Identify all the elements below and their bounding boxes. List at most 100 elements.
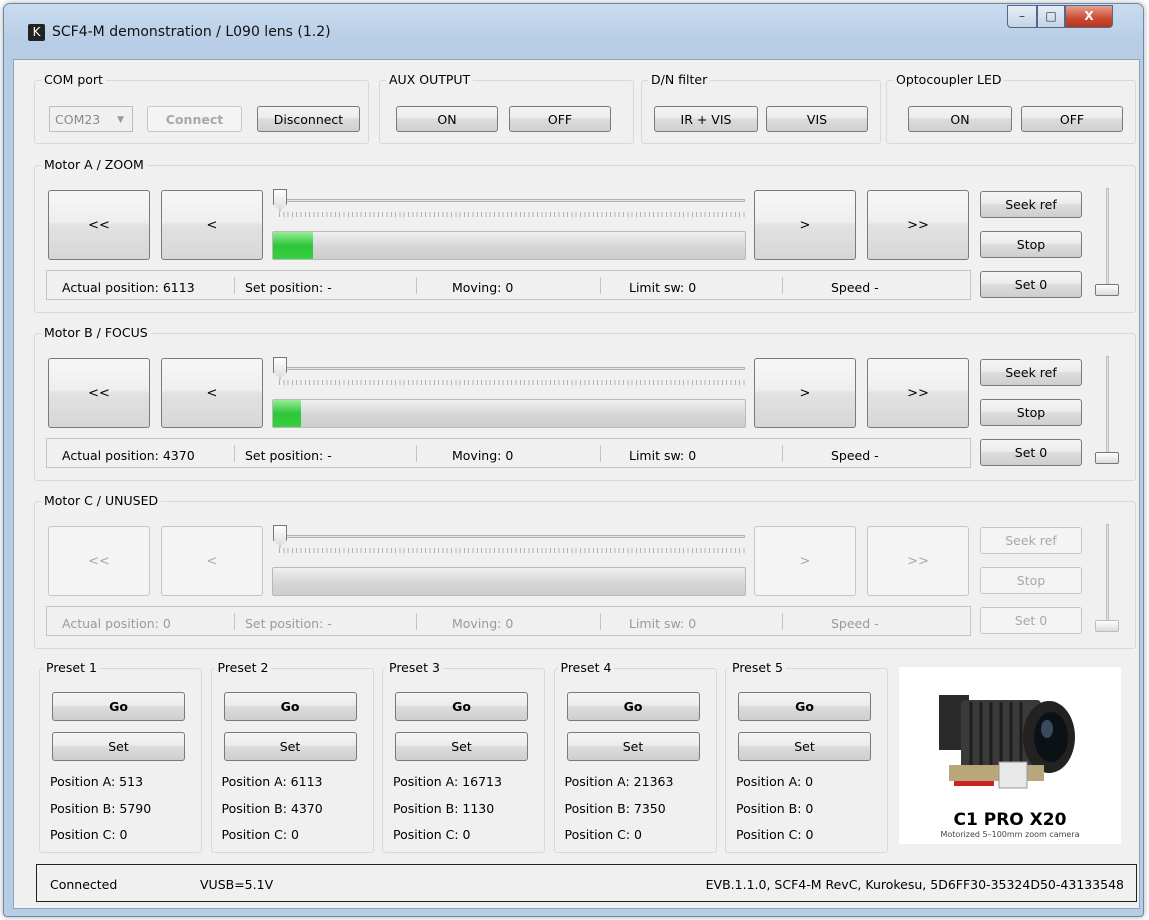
status-separator bbox=[234, 445, 235, 462]
motor-c-slider-ticks bbox=[279, 548, 745, 553]
promo-tagline: Motorized 5–100mm zoom camera bbox=[940, 830, 1080, 839]
status-separator bbox=[782, 613, 783, 630]
com-port-select[interactable]: COM23 ▼ bbox=[49, 106, 133, 132]
preset-5-set-button[interactable]: Set bbox=[738, 732, 871, 761]
motor-c-seek-ref-button[interactable]: Seek ref bbox=[980, 527, 1082, 554]
motor-a-seek-ref-button[interactable]: Seek ref bbox=[980, 191, 1082, 218]
preset-3-position-b: Position B: 1130 bbox=[393, 801, 495, 816]
motor-c-step-forward-button[interactable]: > bbox=[754, 526, 856, 596]
motor-b-slider-track[interactable] bbox=[273, 367, 745, 370]
motor-a-step-forward-button[interactable]: > bbox=[754, 190, 856, 260]
preset-4-position-b: Position B: 7350 bbox=[564, 801, 666, 816]
motor-b-moving: Moving: 0 bbox=[452, 448, 514, 463]
motor-b-stop-button[interactable]: Stop bbox=[980, 399, 1082, 426]
motor-b-title: Motor B / FOCUS bbox=[41, 325, 151, 341]
preset-1-go-button[interactable]: Go bbox=[52, 692, 185, 721]
preset-3-set-button[interactable]: Set bbox=[395, 732, 528, 761]
motor-b-fast-back-button[interactable]: << bbox=[48, 358, 150, 428]
motor-b-speed-track[interactable] bbox=[1106, 356, 1109, 464]
preset-5-position-b: Position B: 0 bbox=[736, 801, 814, 816]
motor-a-set-zero-button[interactable]: Set 0 bbox=[980, 271, 1082, 298]
dn-filter-title: D/N filter bbox=[648, 72, 711, 88]
preset-4-group: Preset 4 Go Set Position A: 21363 Position B… bbox=[553, 660, 717, 853]
motor-a-speed-thumb[interactable] bbox=[1095, 284, 1119, 296]
motor-b-group: Motor B / FOCUS << < > >> Seek ref Stop Set 0 Ac… bbox=[34, 325, 1136, 481]
motor-a-slider-track[interactable] bbox=[273, 199, 745, 202]
motor-a-limit-switch: Limit sw: 0 bbox=[629, 280, 697, 295]
motor-c-slider-track[interactable] bbox=[273, 535, 745, 538]
motor-b-set-zero-button[interactable]: Set 0 bbox=[980, 439, 1082, 466]
connect-button[interactable]: Connect bbox=[147, 106, 242, 132]
motor-a-title: Motor A / ZOOM bbox=[41, 157, 147, 173]
motor-b-fast-forward-button[interactable]: >> bbox=[867, 358, 969, 428]
motor-a-slider-ticks bbox=[279, 212, 745, 217]
com-port-value: COM23 bbox=[55, 111, 101, 127]
motor-c-progress-bar bbox=[272, 567, 746, 596]
vis-button[interactable]: VIS bbox=[766, 106, 868, 132]
preset-5-go-button[interactable]: Go bbox=[738, 692, 871, 721]
motor-c-stop-button[interactable]: Stop bbox=[980, 567, 1082, 594]
opto-off-button[interactable]: OFF bbox=[1021, 106, 1123, 132]
preset-3-go-button[interactable]: Go bbox=[395, 692, 528, 721]
preset-3-group: Preset 3 Go Set Position A: 16713 Position B… bbox=[382, 660, 545, 853]
motor-a-fast-forward-button[interactable]: >> bbox=[867, 190, 969, 260]
chevron-down-icon: ▼ bbox=[117, 115, 124, 125]
motor-b-seek-ref-button[interactable]: Seek ref bbox=[980, 359, 1082, 386]
connection-status: Connected bbox=[50, 877, 118, 892]
preset-2-group: Preset 2 Go Set Position A: 6113 Position B:… bbox=[210, 660, 374, 853]
aux-off-button[interactable]: OFF bbox=[509, 106, 611, 132]
status-separator bbox=[600, 613, 601, 630]
motor-b-speed: Speed - bbox=[831, 448, 879, 463]
motor-a-slider-thumb[interactable] bbox=[273, 189, 287, 211]
motor-b-slider-ticks bbox=[279, 380, 745, 385]
maximize-button[interactable]: □ bbox=[1037, 5, 1065, 28]
close-button[interactable]: X bbox=[1065, 5, 1113, 28]
motor-a-stop-button[interactable]: Stop bbox=[980, 231, 1082, 258]
motor-a-status: Actual position: 6113 Set position: - Movi… bbox=[46, 270, 971, 300]
motor-a-fast-back-button[interactable]: << bbox=[48, 190, 150, 260]
preset-4-title: Preset 4 bbox=[557, 660, 615, 676]
preset-2-set-button[interactable]: Set bbox=[223, 732, 357, 761]
status-bar: Connected VUSB=5.1V EVB.1.1.0, SCF4-M Re… bbox=[36, 864, 1137, 902]
motor-b-slider-thumb[interactable] bbox=[273, 357, 287, 379]
motor-a-step-back-button[interactable]: < bbox=[161, 190, 263, 260]
motor-c-fast-forward-button[interactable]: >> bbox=[867, 526, 969, 596]
motor-c-speed-track[interactable] bbox=[1106, 524, 1109, 632]
aux-output-group: AUX OUTPUT ON OFF bbox=[379, 72, 634, 144]
preset-2-go-button[interactable]: Go bbox=[223, 692, 357, 721]
motor-b-step-back-button[interactable]: < bbox=[161, 358, 263, 428]
motor-c-step-back-button[interactable]: < bbox=[161, 526, 263, 596]
motor-c-set-zero-button[interactable]: Set 0 bbox=[980, 607, 1082, 634]
minimize-button[interactable]: – bbox=[1007, 5, 1037, 28]
motor-a-speed-track[interactable] bbox=[1106, 188, 1109, 296]
preset-1-position-b: Position B: 5790 bbox=[50, 801, 152, 816]
preset-4-set-button[interactable]: Set bbox=[566, 732, 700, 761]
disconnect-button[interactable]: Disconnect bbox=[257, 106, 360, 132]
status-separator bbox=[416, 613, 417, 630]
ir-vis-button[interactable]: IR + VIS bbox=[654, 106, 758, 132]
preset-1-position-c: Position C: 0 bbox=[50, 827, 128, 842]
motor-c-title: Motor C / UNUSED bbox=[41, 493, 162, 509]
preset-4-go-button[interactable]: Go bbox=[566, 692, 700, 721]
motor-c-slider-thumb[interactable] bbox=[273, 525, 287, 547]
aux-on-button[interactable]: ON bbox=[396, 106, 498, 132]
motor-b-actual-position: Actual position: 4370 bbox=[62, 448, 195, 463]
com-port-title: COM port bbox=[41, 72, 106, 88]
com-port-group: COM port COM23 ▼ Connect Disconnect bbox=[34, 72, 369, 144]
motor-c-limit-switch: Limit sw: 0 bbox=[629, 616, 697, 631]
preset-5-title: Preset 5 bbox=[729, 660, 786, 676]
motor-b-progress-bar bbox=[272, 399, 746, 428]
motor-c-actual-position: Actual position: 0 bbox=[62, 616, 171, 631]
motor-b-speed-thumb[interactable] bbox=[1095, 452, 1119, 464]
motor-b-progress-fill bbox=[273, 400, 302, 427]
motor-c-fast-back-button[interactable]: << bbox=[48, 526, 150, 596]
motor-c-speed-thumb[interactable] bbox=[1095, 620, 1119, 632]
status-separator bbox=[600, 445, 601, 462]
client-area: COM port COM23 ▼ Connect Disconnect AUX … bbox=[13, 59, 1140, 909]
status-separator bbox=[416, 445, 417, 462]
preset-4-position-a: Position A: 21363 bbox=[564, 774, 674, 789]
preset-1-set-button[interactable]: Set bbox=[52, 732, 185, 761]
opto-on-button[interactable]: ON bbox=[908, 106, 1012, 132]
motor-b-limit-switch: Limit sw: 0 bbox=[629, 448, 697, 463]
motor-b-step-forward-button[interactable]: > bbox=[754, 358, 856, 428]
